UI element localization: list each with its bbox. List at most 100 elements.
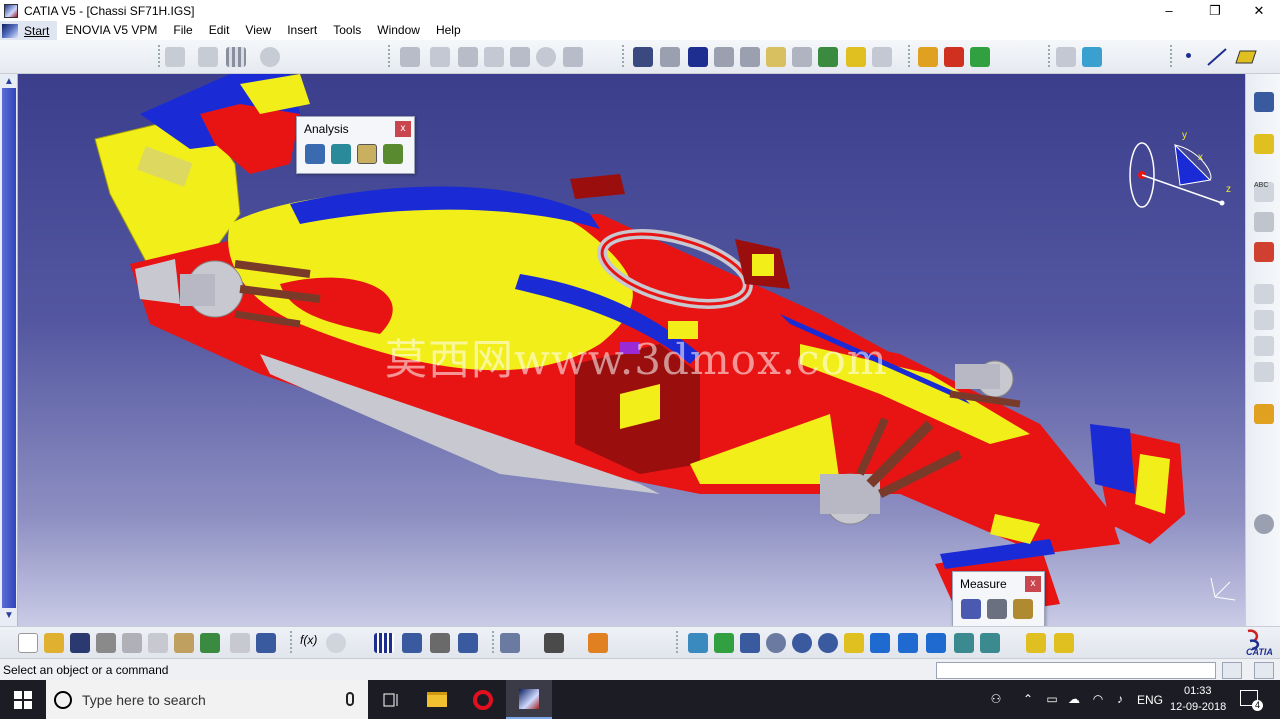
- settings-gear-icon[interactable]: [1254, 514, 1274, 534]
- fly-icon[interactable]: [688, 633, 708, 653]
- text-annotation-icon[interactable]: ABC: [1254, 182, 1274, 202]
- cut-icon[interactable]: [792, 47, 812, 67]
- annotation-icon[interactable]: [1254, 242, 1274, 262]
- analysis-close-button[interactable]: x: [395, 121, 411, 137]
- pattern-icon[interactable]: [510, 47, 530, 67]
- tree-icon[interactable]: [1056, 47, 1076, 67]
- render-icon-3[interactable]: [970, 47, 990, 67]
- point-icon[interactable]: [1186, 53, 1191, 58]
- view-icon-1[interactable]: [1254, 284, 1274, 304]
- hide-show-icon[interactable]: [954, 633, 974, 653]
- measure-item-icon[interactable]: [987, 599, 1007, 619]
- print-icon[interactable]: [96, 633, 116, 653]
- draw-icon[interactable]: [766, 47, 786, 67]
- properties-icon[interactable]: [1054, 633, 1074, 653]
- lock-icon[interactable]: [430, 633, 450, 653]
- clash-icon[interactable]: [305, 144, 325, 164]
- snap-icon[interactable]: [165, 47, 185, 67]
- command-button-2[interactable]: [1254, 662, 1274, 679]
- target-icon[interactable]: [536, 47, 556, 67]
- box-icon[interactable]: [660, 47, 680, 67]
- pad-icon[interactable]: [458, 47, 478, 67]
- network-icon[interactable]: [402, 633, 422, 653]
- language-indicator[interactable]: ENG: [1137, 693, 1163, 707]
- sketch-icon[interactable]: [1254, 92, 1274, 112]
- zoom-out-icon[interactable]: [818, 633, 838, 653]
- layer-filter-icon[interactable]: [1026, 633, 1046, 653]
- menu-help[interactable]: Help: [428, 21, 469, 40]
- select-cursor-icon[interactable]: [1254, 404, 1274, 424]
- menu-view[interactable]: View: [237, 21, 279, 40]
- task-view-button[interactable]: [368, 680, 414, 719]
- render-icon-1[interactable]: [918, 47, 938, 67]
- multi-view-icon[interactable]: [870, 633, 890, 653]
- 3d-viewport[interactable]: ▲ ▼ 莫西网www.3dmox.com y x z: [0, 74, 1245, 626]
- window-icon[interactable]: [1082, 47, 1102, 67]
- layers-icon[interactable]: [1254, 134, 1274, 154]
- taskbar-opera[interactable]: [460, 680, 506, 719]
- redo-icon[interactable]: [230, 633, 250, 653]
- menu-edit[interactable]: Edit: [201, 21, 238, 40]
- extrude-icon[interactable]: [872, 47, 892, 67]
- plane-tool-icon[interactable]: [1234, 49, 1258, 65]
- zoom-in-icon[interactable]: [792, 633, 812, 653]
- swap-space-icon[interactable]: [980, 633, 1000, 653]
- windows-start-button[interactable]: [0, 680, 46, 719]
- taskbar-file-explorer[interactable]: [414, 680, 460, 719]
- table-icon[interactable]: [374, 633, 394, 653]
- wifi-icon[interactable]: ◠: [1090, 692, 1106, 706]
- line-tool-icon[interactable]: [1206, 47, 1228, 67]
- people-icon[interactable]: ⚇: [988, 692, 1004, 706]
- gear-grey-icon[interactable]: [260, 47, 280, 67]
- flag-note-icon[interactable]: [1254, 212, 1274, 232]
- comment-icon[interactable]: [326, 633, 346, 653]
- minimize-button[interactable]: –: [1146, 0, 1192, 21]
- taskbar-catia[interactable]: [506, 680, 552, 719]
- section-icon[interactable]: [331, 144, 351, 164]
- open-folder-icon[interactable]: [44, 633, 64, 653]
- mesh-icon[interactable]: [714, 47, 734, 67]
- copy-icon[interactable]: [148, 633, 168, 653]
- hammer-icon[interactable]: [588, 633, 608, 653]
- render-icon-2[interactable]: [944, 47, 964, 67]
- new-file-icon[interactable]: [18, 633, 38, 653]
- paste-icon[interactable]: [174, 633, 194, 653]
- pan-icon[interactable]: [740, 633, 760, 653]
- battery-icon[interactable]: ▭: [1044, 692, 1060, 706]
- taskbar-search-box[interactable]: Type here to search: [46, 680, 368, 719]
- clock-date[interactable]: 12-09-2018: [1170, 701, 1226, 713]
- distance-analysis-icon[interactable]: [357, 144, 377, 164]
- command-input[interactable]: [936, 662, 1216, 679]
- microphone-icon[interactable]: [346, 692, 354, 706]
- view-icon-3[interactable]: [1254, 336, 1274, 356]
- tray-chevron-icon[interactable]: ⌃: [1020, 692, 1036, 706]
- rotate-icon[interactable]: [766, 633, 786, 653]
- surface-icon[interactable]: [430, 47, 450, 67]
- measure-toolbar-panel[interactable]: Measure x: [952, 571, 1045, 627]
- fit-all-icon[interactable]: [714, 633, 734, 653]
- menu-tools[interactable]: Tools: [325, 21, 369, 40]
- help-icon[interactable]: [256, 633, 276, 653]
- menu-enovia[interactable]: ENOVIA V5 VPM: [57, 21, 165, 40]
- refresh-icon[interactable]: [500, 633, 520, 653]
- measure-between-icon[interactable]: [961, 599, 981, 619]
- close-button[interactable]: ✕: [1236, 0, 1280, 21]
- solid-icon[interactable]: [400, 47, 420, 67]
- measure-close-button[interactable]: x: [1025, 576, 1041, 592]
- iso-view-icon[interactable]: [898, 633, 918, 653]
- command-button-1[interactable]: [1222, 662, 1242, 679]
- menu-start[interactable]: Start: [0, 21, 58, 40]
- measure-inertia-icon[interactable]: [1013, 599, 1033, 619]
- line-icon[interactable]: [846, 47, 866, 67]
- menu-file[interactable]: File: [165, 21, 200, 40]
- shading-mode-icon[interactable]: [926, 633, 946, 653]
- menu-insert[interactable]: Insert: [279, 21, 325, 40]
- fillet-icon[interactable]: [563, 47, 583, 67]
- grid-icon[interactable]: [226, 47, 246, 67]
- plane-icon[interactable]: [740, 47, 760, 67]
- cube-grey-icon[interactable]: [198, 47, 218, 67]
- formula-icon[interactable]: f(x): [300, 633, 320, 653]
- sweep-icon[interactable]: [484, 47, 504, 67]
- save-icon[interactable]: [70, 633, 90, 653]
- analysis-toolbar-panel[interactable]: Analysis x: [296, 116, 415, 174]
